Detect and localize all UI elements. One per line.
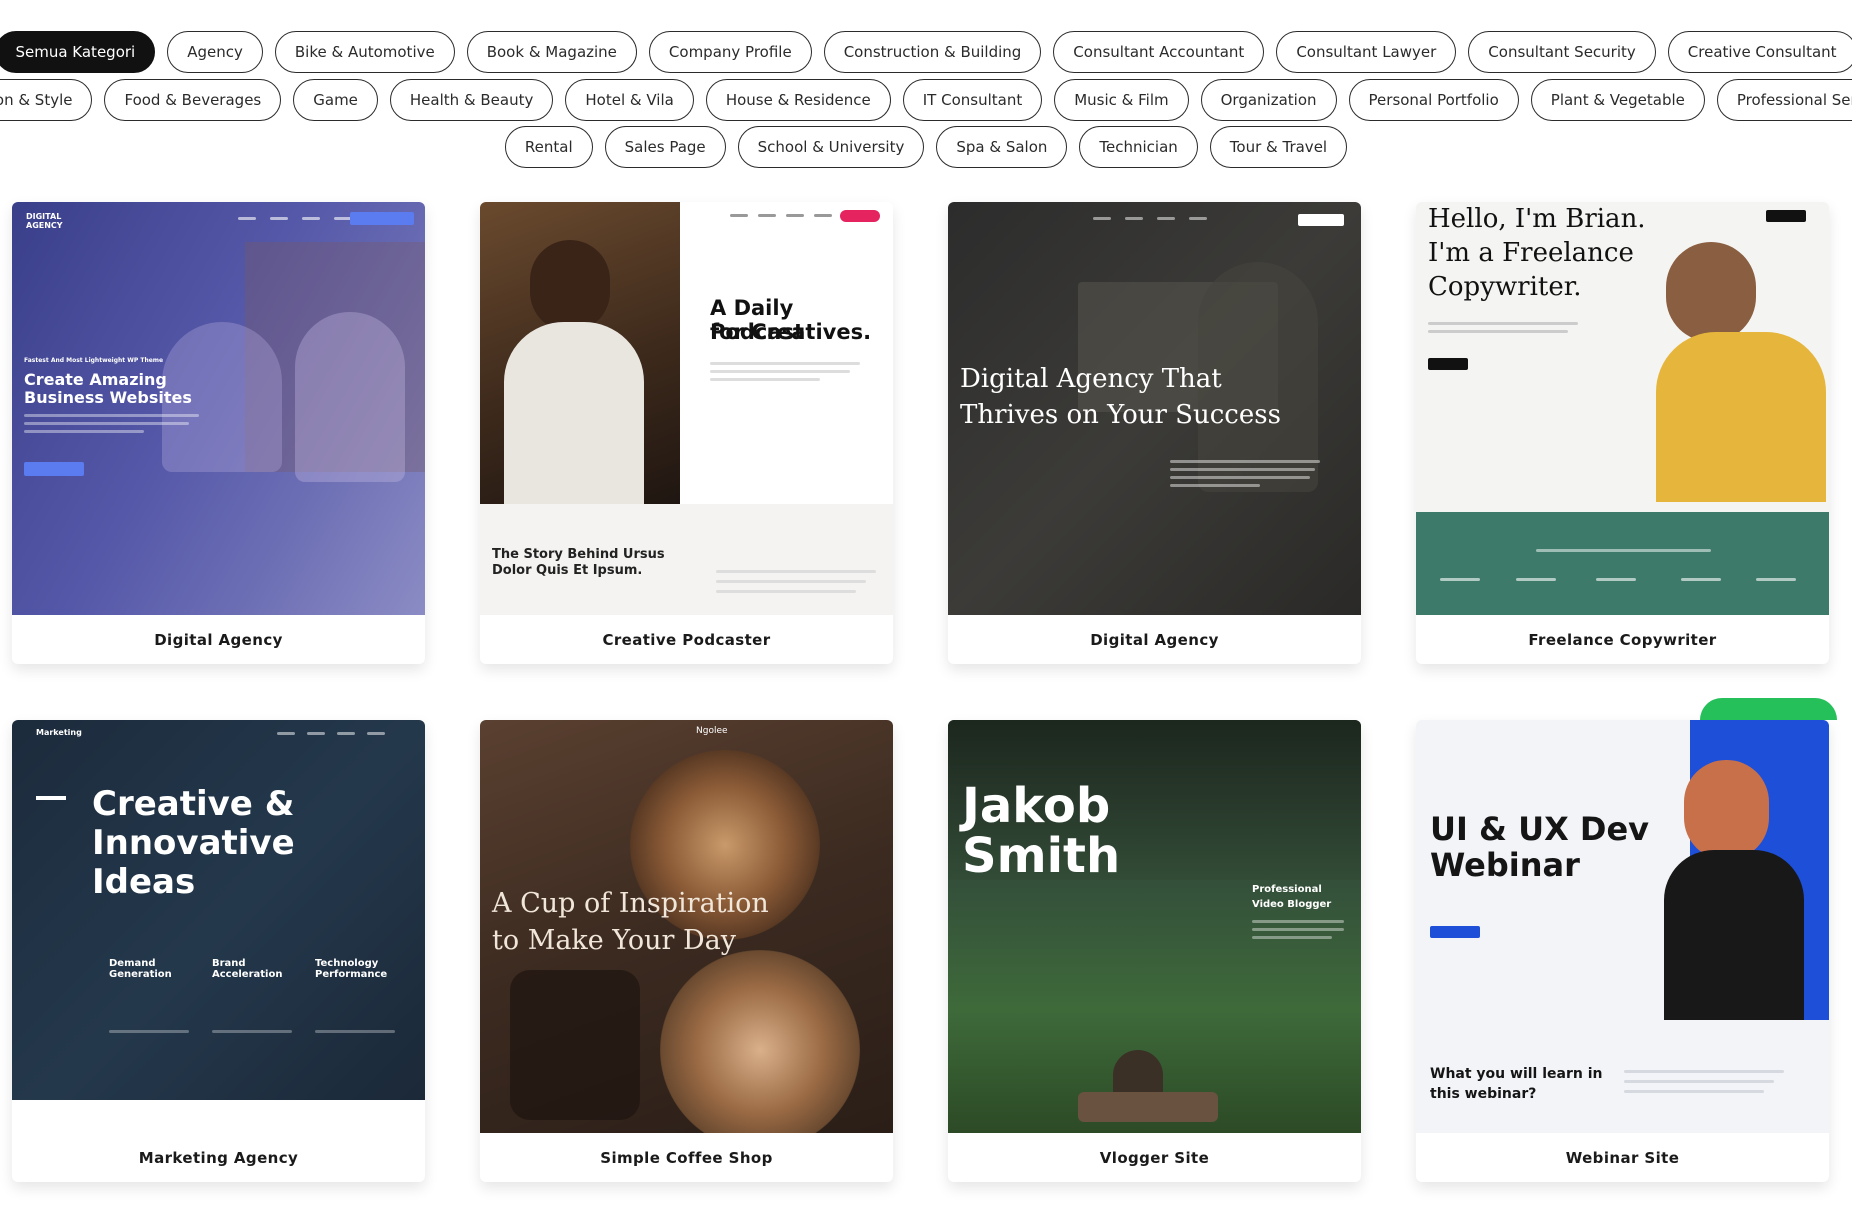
category-filter-pill[interactable]: Health & Beauty (389, 79, 554, 121)
category-filter-pill[interactable]: Game (293, 79, 378, 121)
template-preview-image: Hello, I'm Brian. I'm a Freelance Copywr… (1416, 202, 1829, 615)
category-filter-pill[interactable]: Food & Beverages (104, 79, 282, 121)
category-filter-pill[interactable]: Semua Kategori (0, 31, 156, 73)
preview-headline: Digital Agency That (960, 364, 1222, 394)
category-filter-pill[interactable]: Sales Page (604, 126, 726, 168)
chat-widget-button[interactable] (1700, 698, 1837, 720)
category-filter-pill[interactable]: Fashion & Style (0, 79, 93, 121)
category-filter-pill[interactable]: Plant & Vegetable (1530, 79, 1705, 121)
preview-headline: Business Websites (24, 388, 192, 407)
preview-role: Video Blogger (1252, 899, 1332, 910)
preview-headline: A Cup of Inspiration (492, 888, 769, 919)
template-card[interactable]: Jakob Smith Professional Video Blogger V… (948, 720, 1361, 1182)
category-filter-pill[interactable]: Hotel & Vila (565, 79, 694, 121)
preview-headline: Create Amazing (24, 370, 167, 389)
template-title[interactable]: Webinar Site (1416, 1133, 1829, 1182)
category-filter-row-1: Semua Kategori Agency Bike & Automotive Boo… (0, 31, 1852, 73)
preview-headline: Ideas (92, 862, 196, 902)
template-title[interactable]: Freelance Copywriter (1416, 615, 1829, 664)
category-filter-pill[interactable]: Rental (504, 126, 593, 168)
preview-role: Professional (1252, 884, 1322, 895)
preview-service: Brand Acceleration (212, 958, 283, 980)
category-filter-pill[interactable]: Creative Consultant (1667, 31, 1852, 73)
preview-service: Demand Generation (109, 958, 172, 980)
preview-headline: Webinar (1430, 846, 1580, 884)
category-filter-pill[interactable]: Consultant Accountant (1053, 31, 1265, 73)
preview-headline: for Creatives. (710, 320, 872, 344)
template-card[interactable]: Ngolee A Cup of Inspiration to Make Your… (480, 720, 893, 1182)
category-filter-pill[interactable]: Technician (1079, 126, 1198, 168)
category-filter-pill[interactable]: Music & Film (1054, 79, 1189, 121)
category-filter-pill[interactable]: School & University (737, 126, 925, 168)
template-card[interactable]: Hello, I'm Brian. I'm a Freelance Copywr… (1416, 202, 1829, 664)
preview-headline: to Make Your Day (492, 925, 736, 956)
preview-headline: Creative & (92, 784, 295, 824)
preview-story: The Story Behind Ursus (492, 547, 665, 562)
template-preview-image: Ngolee A Cup of Inspiration to Make Your… (480, 720, 893, 1133)
template-card[interactable]: Marketing Creative & Innovative Ideas De… (12, 720, 425, 1182)
category-filter-row-2: Fashion & Style Food & Beverages Game Healt… (0, 79, 1852, 121)
template-title[interactable]: Digital Agency (12, 615, 425, 664)
template-preview-image: DIGITAL AGENCY Fastest And Most Lightwei… (12, 202, 425, 615)
preview-headline: Copywriter. (1428, 272, 1582, 302)
template-preview-image: Jakob Smith Professional Video Blogger (948, 720, 1361, 1133)
category-filter-pill[interactable]: Agency (167, 31, 263, 73)
template-title[interactable]: Vlogger Site (948, 1133, 1361, 1182)
category-filter-pill[interactable]: Personal Portfolio (1348, 79, 1519, 121)
category-filter-pill[interactable]: Bike & Automotive (274, 31, 455, 73)
template-card[interactable]: Digital Agency That Thrives on Your Succ… (948, 202, 1361, 664)
category-filter-pill[interactable]: Book & Magazine (466, 31, 637, 73)
preview-logo: Marketing (36, 728, 82, 737)
preview-service: Technology Performance (315, 958, 388, 980)
preview-tagline: Fastest And Most Lightweight WP Theme (24, 357, 164, 364)
category-filter-pill[interactable]: House & Residence (705, 79, 891, 121)
category-filter-pill[interactable]: Company Profile (648, 31, 812, 73)
template-card[interactable]: DIGITAL AGENCY Fastest And Most Lightwei… (12, 202, 425, 664)
template-preview-image: UI & UX Dev Webinar What you will learn … (1416, 720, 1829, 1133)
template-card[interactable]: A Daily Podcast for Creatives. The Story… (480, 202, 893, 664)
template-preview-image: A Daily Podcast for Creatives. The Story… (480, 202, 893, 615)
preview-story: Dolor Quis Et Ipsum. (492, 563, 643, 578)
category-filter-pill[interactable]: Construction & Building (823, 31, 1042, 73)
preview-headline: Thrives on Your Success (960, 400, 1281, 430)
category-filter-pill[interactable]: Professional Services (1716, 79, 1852, 121)
category-filter-pill[interactable]: Tour & Travel (1209, 126, 1348, 168)
template-title[interactable]: Digital Agency (948, 615, 1361, 664)
preview-headline: UI & UX Dev (1430, 810, 1649, 848)
preview-headline: Jakob (962, 778, 1111, 834)
template-title[interactable]: Creative Podcaster (480, 615, 893, 664)
category-filter-pill[interactable]: IT Consultant (902, 79, 1043, 121)
category-filter-pill[interactable]: Consultant Security (1468, 31, 1656, 73)
preview-headline: Smith (962, 828, 1121, 884)
preview-headline: I'm a Freelance (1428, 238, 1634, 268)
template-card[interactable]: UI & UX Dev Webinar What you will learn … (1416, 720, 1829, 1182)
template-preview-image: Digital Agency That Thrives on Your Succ… (948, 202, 1361, 615)
category-filter-pill[interactable]: Spa & Salon (936, 126, 1068, 168)
preview-logo: DIGITAL AGENCY (26, 212, 63, 230)
preview-logo: Ngolee (696, 726, 728, 736)
template-title[interactable]: Marketing Agency (12, 1133, 425, 1182)
preview-learn: this webinar? (1430, 1086, 1537, 1102)
template-title[interactable]: Simple Coffee Shop (480, 1133, 893, 1182)
preview-headline: Innovative (92, 823, 295, 863)
category-filter-pill[interactable]: Organization (1200, 79, 1337, 121)
template-preview-image: Marketing Creative & Innovative Ideas De… (12, 720, 425, 1133)
category-filter-row-3: Rental Sales Page School & University Spa &… (0, 126, 1852, 168)
category-filter-pill[interactable]: Consultant Lawyer (1276, 31, 1457, 73)
preview-headline: Hello, I'm Brian. (1428, 204, 1646, 234)
preview-learn: What you will learn in (1430, 1066, 1603, 1082)
